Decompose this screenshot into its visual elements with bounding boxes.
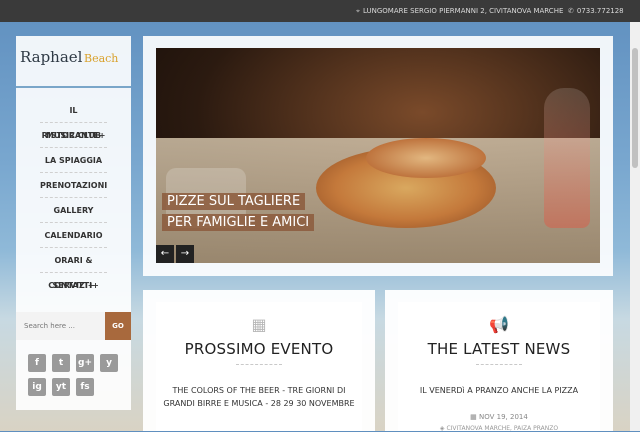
- instagram-icon[interactable]: ig: [28, 378, 46, 396]
- slide-caption-line2: PER FAMIGLIE E AMICI: [162, 214, 315, 231]
- map-marker-icon: ⌖: [356, 7, 360, 15]
- menu-item-music-club[interactable]: MUSIC CLUB: [40, 123, 107, 148]
- event-card: ▦ PROSSIMO EVENTO THE COLORS OF THE BEER…: [143, 290, 375, 431]
- twitter-icon[interactable]: t: [52, 354, 70, 372]
- hero-slider-card: PIZZE SUL TAGLIERE PER FAMIGLIE E AMICI …: [143, 36, 613, 276]
- logo-text-beach: Beach: [84, 52, 119, 65]
- yelp-icon[interactable]: y: [100, 354, 118, 372]
- phone-info: ✆ 0733.772128: [568, 7, 624, 15]
- news-headline[interactable]: IL VENERDì A PRANZO ANCHE LA PIZZA: [404, 384, 594, 397]
- facebook-icon[interactable]: f: [28, 354, 46, 372]
- event-divider: [236, 364, 282, 365]
- phone-icon: ✆: [568, 7, 574, 15]
- menu-item-contatti[interactable]: CONTATTI+: [40, 273, 107, 298]
- slide-caption-line1: PIZZE SUL TAGLIERE: [162, 193, 306, 210]
- google-plus-icon[interactable]: g+: [76, 354, 94, 372]
- logo-text-raphael: Raphael: [20, 48, 83, 66]
- search-input[interactable]: [24, 318, 100, 334]
- megaphone-icon: 📢: [489, 315, 509, 334]
- news-divider: [476, 364, 522, 365]
- news-card: 📢 THE LATEST NEWS IL VENERDì A PRANZO AN…: [385, 290, 613, 432]
- news-card-inner: 📢 THE LATEST NEWS IL VENERDì A PRANZO AN…: [398, 302, 600, 432]
- hero-image-wine-glass: [544, 88, 590, 228]
- scrollbar[interactable]: [630, 22, 640, 431]
- calendar-icon: ▦: [251, 315, 267, 334]
- arrow-left-icon[interactable]: ←: [156, 245, 174, 263]
- sidebar: Raphael Beach IL RISTORANTE+ MUSIC CLUB …: [16, 36, 131, 410]
- hero-image-pizza-back: [366, 138, 486, 178]
- menu-item-prenotazioni[interactable]: PRENOTAZIONI: [40, 173, 107, 198]
- menu-item-spiaggia[interactable]: LA SPIAGGIA: [40, 148, 107, 173]
- address-info: ⌖ LUNGOMARE SERGIO PIERMANNI 2, CIVITANOV…: [356, 7, 563, 16]
- address-text: LUNGOMARE SERGIO PIERMANNI 2, CIVITANOVA…: [362, 7, 564, 15]
- event-title: PROSSIMO EVENTO: [184, 340, 334, 358]
- hero-slider[interactable]: PIZZE SUL TAGLIERE PER FAMIGLIE E AMICI …: [156, 48, 600, 263]
- search-box: GO: [16, 312, 131, 340]
- youtube-icon[interactable]: yt: [52, 378, 70, 396]
- menu-item-gallery[interactable]: GALLERY: [40, 198, 107, 223]
- news-date-text: NOV 19, 2014: [479, 413, 528, 421]
- calendar-small-icon: ▦: [470, 413, 480, 421]
- search-go-button[interactable]: GO: [105, 312, 131, 340]
- phone-text[interactable]: 0733.772128: [577, 7, 624, 15]
- menu-item-orari-servizi[interactable]: ORARI & SERVIZI+: [40, 248, 107, 290]
- menu-item-ristorante[interactable]: IL RISTORANTE+: [40, 98, 107, 140]
- top-bar: ⌖ LUNGOMARE SERGIO PIERMANNI 2, CIVITANOV…: [0, 0, 640, 22]
- foursquare-icon[interactable]: fs: [76, 378, 94, 396]
- news-title: THE LATEST NEWS: [427, 340, 571, 358]
- arrow-right-icon[interactable]: →: [176, 245, 194, 263]
- event-description[interactable]: THE COLORS OF THE BEER - TRE GIORNI DI G…: [162, 384, 356, 410]
- site-logo[interactable]: Raphael Beach: [16, 36, 131, 88]
- main-menu: IL RISTORANTE+ MUSIC CLUB LA SPIAGGIA PR…: [16, 98, 131, 298]
- menu-item-calendario[interactable]: CALENDARIO: [40, 223, 107, 248]
- event-card-inner: ▦ PROSSIMO EVENTO THE COLORS OF THE BEER…: [156, 302, 362, 431]
- news-date: ▦ NOV 19, 2014: [398, 413, 600, 421]
- scrollbar-thumb[interactable]: [632, 48, 638, 168]
